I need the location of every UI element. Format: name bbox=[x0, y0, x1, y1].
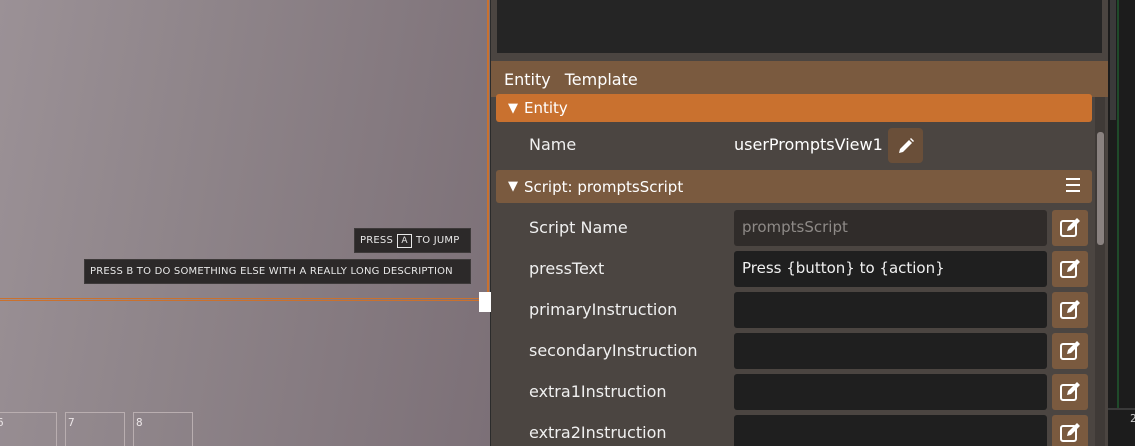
edit-primary-instruction-button[interactable] bbox=[1052, 292, 1088, 328]
entity-outline-right bbox=[487, 0, 489, 300]
script-section-header[interactable]: ▼ Script: promptsScript bbox=[496, 170, 1092, 203]
preview-area bbox=[497, 0, 1102, 53]
edit-extra2-instruction-button[interactable] bbox=[1052, 415, 1088, 446]
edit-icon bbox=[1060, 382, 1080, 401]
edge-divider bbox=[1108, 408, 1135, 410]
entity-section-header[interactable]: ▼ Entity bbox=[496, 94, 1092, 122]
press-text-field[interactable]: Press {button} to {action} bbox=[734, 251, 1047, 287]
entity-section-title: Entity bbox=[524, 99, 568, 117]
script-name-field: promptsScript bbox=[734, 210, 1047, 246]
prop-label-extra2-instruction: extra2Instruction bbox=[529, 423, 667, 442]
extra1-instruction-field[interactable] bbox=[734, 374, 1047, 410]
rename-button[interactable] bbox=[888, 128, 923, 163]
edit-icon bbox=[1060, 341, 1080, 360]
edit-icon bbox=[1060, 259, 1080, 278]
entity-name-value: userPromptsView1 bbox=[734, 135, 883, 154]
edit-script-name-button[interactable] bbox=[1052, 210, 1088, 246]
button-a-key-icon: A bbox=[397, 233, 412, 248]
slot-7[interactable]: 7 bbox=[65, 412, 125, 446]
prop-label-script-name: Script Name bbox=[529, 218, 628, 237]
jump-prompt: PRESS A TO JUMP bbox=[354, 228, 471, 253]
edit-icon bbox=[1060, 423, 1080, 442]
slot-8[interactable]: 8 bbox=[133, 412, 193, 446]
edge-graph-line bbox=[1117, 0, 1119, 410]
script-section-title: Script: promptsScript bbox=[524, 177, 684, 196]
jump-prompt-prefix: PRESS bbox=[360, 235, 393, 246]
secondary-instruction-field[interactable] bbox=[734, 333, 1047, 369]
inspector-scrollbar-thumb[interactable] bbox=[1097, 132, 1104, 245]
prop-label-primary-instruction: primaryInstruction bbox=[529, 300, 678, 319]
collapse-triangle-icon: ▼ bbox=[508, 100, 518, 116]
pencil-icon bbox=[898, 137, 914, 153]
collapse-triangle-icon: ▼ bbox=[508, 179, 518, 194]
tab-template[interactable]: Template bbox=[565, 70, 638, 89]
edit-secondary-instruction-button[interactable] bbox=[1052, 333, 1088, 369]
hamburger-menu-icon[interactable] bbox=[1066, 178, 1080, 192]
tab-entity[interactable]: Entity bbox=[504, 70, 551, 89]
edit-extra1-instruction-button[interactable] bbox=[1052, 374, 1088, 410]
slot-6[interactable]: 6 bbox=[0, 412, 57, 446]
prop-label-secondary-instruction: secondaryInstruction bbox=[529, 341, 698, 360]
prop-label-press-text: pressText bbox=[529, 259, 605, 278]
edge-scrollbar bbox=[1110, 0, 1116, 120]
edit-icon bbox=[1060, 300, 1080, 319]
scene-viewport[interactable]: PRESS A TO JUMP PRESS B TO DO SOMETHING … bbox=[0, 0, 490, 446]
entity-outline-bottom bbox=[0, 298, 489, 301]
edit-press-text-button[interactable] bbox=[1052, 251, 1088, 287]
long-description-prompt: PRESS B TO DO SOMETHING ELSE WITH A REAL… bbox=[84, 259, 471, 284]
inspector-panel: Entity Template ▼ Entity Name userPrompt… bbox=[491, 0, 1108, 446]
extra2-instruction-field[interactable] bbox=[734, 415, 1047, 446]
jump-prompt-suffix: TO JUMP bbox=[416, 235, 460, 246]
inspector-tab-bar: Entity Template bbox=[491, 61, 1108, 97]
edit-icon bbox=[1060, 218, 1080, 237]
edge-number: 2 bbox=[1130, 412, 1135, 425]
name-label: Name bbox=[529, 135, 577, 154]
primary-instruction-field[interactable] bbox=[734, 292, 1047, 328]
adjacent-panel-edge: 2 bbox=[1108, 0, 1135, 446]
prop-label-extra1-instruction: extra1Instruction bbox=[529, 382, 667, 401]
